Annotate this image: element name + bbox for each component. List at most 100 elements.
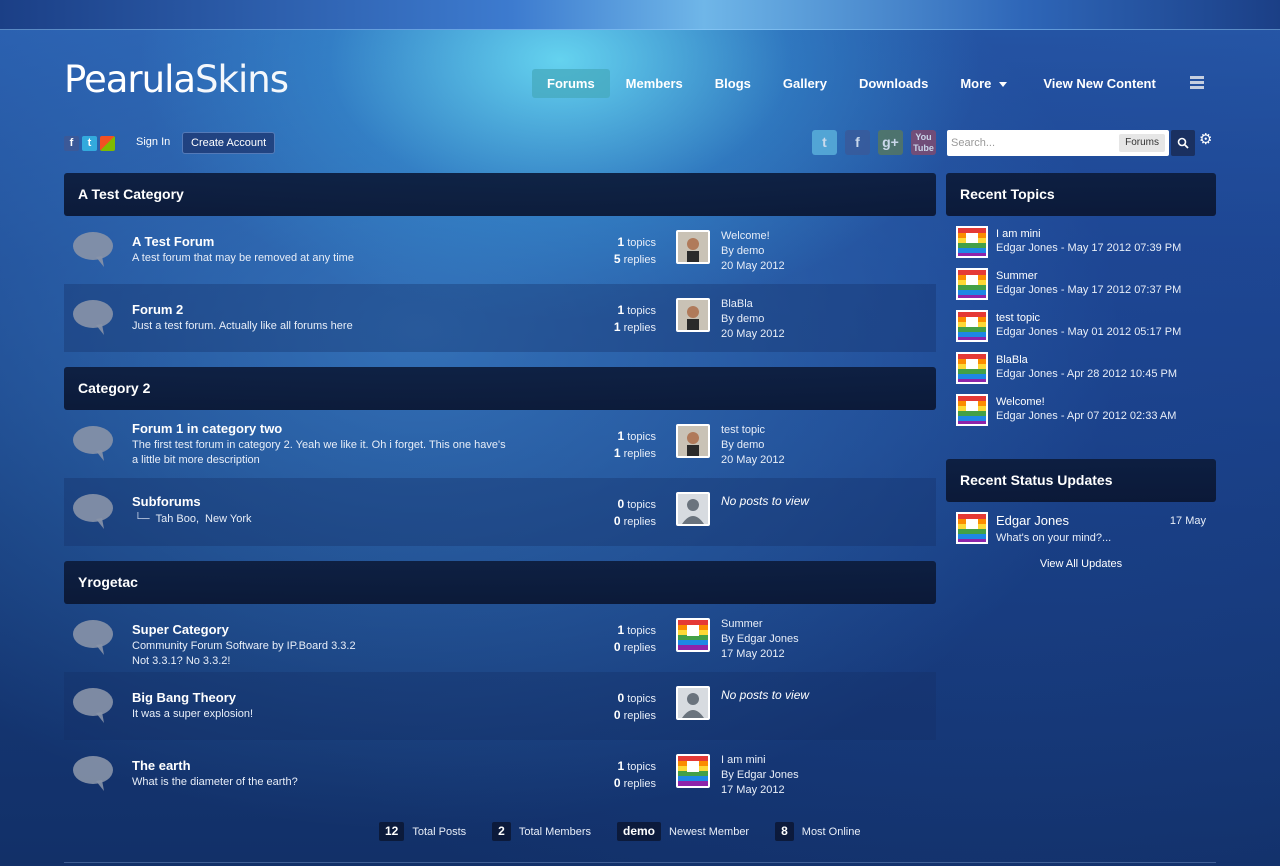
list-item: Summer Edgar Jones - May 17 2012 07:37 P… — [946, 268, 1216, 310]
nav-blogs[interactable]: Blogs — [699, 69, 767, 98]
search-box: Forums — [947, 130, 1169, 156]
status-text[interactable]: What's on your mind?... — [996, 532, 1111, 544]
last-post-info: Welcome! By demo 20 May 2012 — [721, 230, 785, 272]
forum-stats: 0 topics 0 replies — [613, 497, 656, 528]
nav-view-new-content[interactable]: View New Content — [1027, 69, 1171, 98]
forum-title[interactable]: Subforums — [132, 494, 201, 509]
category-header[interactable]: A Test Category — [64, 173, 936, 216]
nav-forums[interactable]: Forums — [532, 69, 610, 98]
avatar[interactable] — [676, 230, 710, 264]
recent-topic-title[interactable]: Welcome! — [996, 396, 1045, 408]
avatar[interactable] — [956, 226, 988, 258]
social-links: t f g+ You Tube — [812, 130, 936, 155]
forum-bubble-icon — [73, 426, 113, 461]
forum-title[interactable]: Big Bang Theory — [132, 690, 236, 705]
forum-row: Subforums └─ Tah Boo, New York 0 topics 0 r… — [64, 478, 936, 546]
windows-live-icon[interactable] — [100, 136, 115, 151]
gear-icon[interactable]: ⚙ — [1199, 132, 1215, 148]
avatar — [676, 492, 710, 526]
forum-description: A test forum that may be removed at any … — [132, 252, 354, 264]
no-posts-text: No posts to view — [721, 494, 810, 508]
sign-in-link[interactable]: Sign In — [136, 136, 170, 148]
forum-bubble-icon — [73, 688, 113, 723]
create-account-button[interactable]: Create Account — [182, 132, 276, 154]
avatar[interactable] — [676, 618, 710, 652]
forum-row: The earth What is the diameter of the ea… — [64, 740, 936, 808]
recent-topic-title[interactable]: I am mini — [996, 228, 1041, 240]
status-updates: Recent Status Updates Edgar Jones 17 May… — [946, 459, 1216, 570]
last-post-title[interactable]: Summer — [721, 618, 763, 630]
facebook-icon[interactable]: f — [845, 130, 870, 155]
avatar[interactable] — [956, 394, 988, 426]
subforum-link[interactable]: Tah Boo — [156, 513, 196, 525]
top-strip — [0, 0, 1280, 30]
avatar — [676, 686, 710, 720]
last-post-info: test topic By demo 20 May 2012 — [721, 424, 785, 466]
sidebar: Recent Topics I am mini Edgar Jones - Ma… — [946, 173, 1216, 570]
site-logo[interactable]: PearulaSkins — [64, 58, 289, 101]
forum-row: Super Category Community Forum Software … — [64, 604, 936, 672]
share-icons: f t — [64, 136, 115, 151]
stat-newest-member[interactable]: demo Newest Member — [617, 822, 749, 841]
avatar[interactable] — [956, 512, 988, 544]
search-input[interactable] — [951, 134, 1111, 152]
last-post-title[interactable]: I am mini — [721, 754, 766, 766]
forum-title[interactable]: A Test Forum — [132, 234, 214, 249]
recent-topic-meta: Edgar Jones - Apr 07 2012 02:33 AM — [996, 410, 1177, 422]
category-header[interactable]: Category 2 — [64, 367, 936, 410]
recent-topic-meta: Edgar Jones - May 01 2012 05:17 PM — [996, 326, 1182, 338]
subforum-list: └─ Tah Boo, New York — [134, 513, 252, 525]
last-post-title[interactable]: Welcome! — [721, 230, 770, 242]
forum-title[interactable]: Forum 1 in category two — [132, 421, 282, 436]
google-plus-icon[interactable]: g+ — [878, 130, 903, 155]
list-item: test topic Edgar Jones - May 01 2012 05:… — [946, 310, 1216, 352]
no-posts-text: No posts to view — [721, 688, 810, 702]
nav-downloads[interactable]: Downloads — [843, 69, 944, 98]
forum-description: The first test forum in category 2. Yeah… — [132, 439, 506, 466]
forum-description: It was a super explosion! — [132, 708, 254, 720]
forum-bubble-icon — [73, 620, 113, 655]
forum-title[interactable]: Forum 2 — [132, 302, 183, 317]
forum-description: Just a test forum. Actually like all for… — [132, 320, 353, 332]
search-button[interactable] — [1171, 130, 1195, 156]
forum-stats: 1 topics 5 replies — [613, 235, 656, 266]
status-author[interactable]: Edgar Jones — [996, 513, 1069, 528]
list-item: I am mini Edgar Jones - May 17 2012 07:3… — [946, 226, 1216, 268]
list-view-icon[interactable] — [1190, 76, 1204, 89]
nav-members[interactable]: Members — [610, 69, 699, 98]
forum-description: What is the diameter of the earth? — [132, 776, 298, 788]
stat-total-posts: 12 Total Posts — [379, 822, 466, 841]
chevron-down-icon — [999, 82, 1008, 88]
twitter-icon[interactable]: t — [82, 136, 97, 151]
recent-topic-title[interactable]: Summer — [996, 270, 1038, 282]
nav-gallery[interactable]: Gallery — [767, 69, 843, 98]
forum-stats: 1 topics 1 replies — [613, 303, 656, 334]
list-item: BlaBla Edgar Jones - Apr 28 2012 10:45 P… — [946, 352, 1216, 394]
last-post-info: Summer By Edgar Jones 17 May 2012 — [721, 618, 799, 660]
recent-topic-title[interactable]: BlaBla — [996, 354, 1028, 366]
forum-title[interactable]: Super Category — [132, 622, 229, 637]
last-post-info: I am mini By Edgar Jones 17 May 2012 — [721, 754, 799, 796]
search-scope[interactable]: Forums — [1119, 134, 1165, 152]
last-post-title[interactable]: BlaBla — [721, 298, 753, 310]
recent-topic-meta: Edgar Jones - May 17 2012 07:37 PM — [996, 284, 1182, 296]
youtube-icon[interactable]: You Tube — [911, 130, 936, 155]
category-header[interactable]: Yrogetac — [64, 561, 936, 604]
last-post-title[interactable]: test topic — [721, 424, 765, 436]
avatar[interactable] — [676, 754, 710, 788]
forum-list: A Test Category A Test Forum A test foru… — [64, 173, 936, 808]
twitter-icon[interactable]: t — [812, 130, 837, 155]
recent-topic-title[interactable]: test topic — [996, 312, 1040, 324]
avatar[interactable] — [676, 424, 710, 458]
nav-more[interactable]: More — [944, 69, 1023, 98]
forum-row: Forum 2 Just a test forum. Actually like… — [64, 284, 936, 352]
subforum-link[interactable]: New York — [205, 513, 251, 525]
forum-title[interactable]: The earth — [132, 758, 191, 773]
forum-bubble-icon — [73, 756, 113, 791]
avatar[interactable] — [956, 268, 988, 300]
avatar[interactable] — [956, 352, 988, 384]
avatar[interactable] — [956, 310, 988, 342]
facebook-icon[interactable]: f — [64, 136, 79, 151]
forum-stats: 1 topics 0 replies — [613, 759, 656, 790]
avatar[interactable] — [676, 298, 710, 332]
